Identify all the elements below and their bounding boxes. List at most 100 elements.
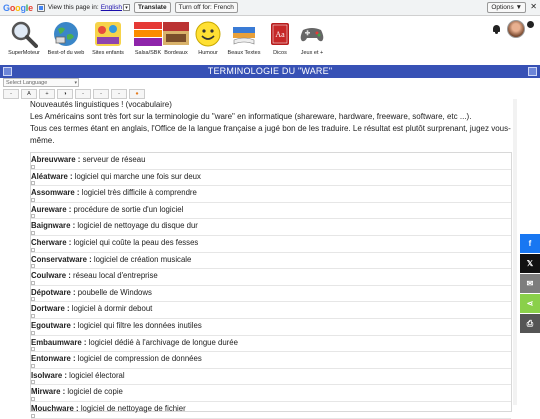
- term-definition: logiciel très difficile à comprendre: [79, 188, 197, 198]
- dark-mode-icon[interactable]: [527, 20, 534, 28]
- view-page-label: View this page in:: [47, 4, 99, 11]
- anchor-icon: [31, 181, 35, 186]
- tool-button[interactable]: -: [3, 89, 19, 99]
- term-name: Abreuvware :: [31, 155, 81, 164]
- term-row: Mouchware : logiciel de nettoyage de fic…: [31, 402, 511, 419]
- nav-item-supermoteur[interactable]: SuperMoteur: [2, 20, 46, 56]
- anchor-icon: [31, 164, 35, 169]
- page-title-bar: TERMINOLOGIE DU "WARE": [0, 65, 540, 78]
- smiley-icon: [194, 20, 222, 48]
- icon-navigation: SuperMoteur Best-of du web Sites enfants…: [0, 18, 540, 62]
- term-definition: logiciel de création musicale: [91, 254, 192, 264]
- share-icon[interactable]: [528, 67, 537, 76]
- term-definition: poubelle de Windows: [75, 287, 152, 297]
- anchor-icon: [31, 363, 35, 368]
- close-icon[interactable]: ✕: [530, 2, 537, 12]
- term-name: Mouchware :: [31, 403, 79, 413]
- term-definition: logiciel de compression de données: [75, 354, 202, 364]
- bell-icon[interactable]: [492, 24, 501, 34]
- translate-icon: [36, 3, 45, 12]
- page-title: TERMINOLOGIE DU "WARE": [207, 66, 333, 76]
- anchor-icon: [31, 396, 35, 401]
- svg-text:Aa: Aa: [275, 30, 285, 39]
- nav-item-jeux[interactable]: Jeux et +: [290, 20, 334, 56]
- share-bar: f 𝕏 ✉ ⋖ ⎙: [520, 234, 540, 334]
- term-row: Dortware : logiciel à dormir debout: [31, 302, 511, 319]
- nav-item-best-of-web[interactable]: Best-of du web: [44, 20, 88, 56]
- tool-button[interactable]: A: [21, 89, 37, 99]
- avatar[interactable]: [507, 20, 525, 38]
- tool-button[interactable]: -: [75, 89, 91, 99]
- term-definition: logiciel de nettoyage du disque dur: [75, 221, 198, 231]
- term-row: Entonware : logiciel de compression de d…: [31, 352, 511, 369]
- anchor-icon: [31, 380, 35, 385]
- anchor-icon: [31, 197, 35, 202]
- term-row: Isolware : logiciel électoral: [31, 369, 511, 386]
- nav-label: Jeux et +: [300, 50, 324, 56]
- side-strip: [513, 99, 517, 405]
- tool-button[interactable]: -: [111, 89, 127, 99]
- term-name: Mirware :: [31, 387, 66, 397]
- select-language-dropdown[interactable]: Select Language: [3, 78, 79, 87]
- email-icon[interactable]: ✉: [520, 274, 540, 293]
- anchor-icon: [31, 230, 35, 235]
- term-name: Aureware :: [31, 204, 72, 214]
- magnifier-icon: [10, 20, 38, 48]
- nav-item-sites-enfants[interactable]: Sites enfants: [86, 20, 130, 56]
- term-definition: logiciel électoral: [66, 370, 125, 380]
- kids-icon: [94, 20, 122, 48]
- term-row: Cherware : logiciel qui coûte la peau de…: [31, 236, 511, 253]
- facebook-icon[interactable]: f: [520, 234, 540, 253]
- term-definition: logiciel dédié à l'archivage de longue d…: [86, 337, 238, 347]
- tool-button[interactable]: ◑: [57, 89, 73, 99]
- term-row: Abreuvware : serveur de réseau: [31, 153, 511, 170]
- term-definition: logiciel à dormir debout: [69, 304, 153, 314]
- term-name: Embaumware :: [31, 337, 87, 347]
- google-logo: Google: [3, 2, 33, 13]
- term-name: Aléatware :: [31, 171, 73, 181]
- term-row: Aureware : procédure de sortie d'un logi…: [31, 203, 511, 220]
- share-icon[interactable]: ⋖: [520, 294, 540, 313]
- term-name: Entonware :: [31, 354, 76, 364]
- turn-off-button[interactable]: Turn off for: French: [174, 2, 238, 13]
- intro-line: Tous ces termes étant en anglais, l'Offi…: [30, 124, 511, 145]
- term-name: Isolware :: [31, 370, 67, 380]
- term-row: Assomware : logiciel très difficile à co…: [31, 186, 511, 203]
- term-name: Egoutware :: [31, 320, 76, 330]
- print-icon[interactable]: ⎙: [520, 314, 540, 333]
- menu-icon[interactable]: [3, 67, 12, 76]
- intro-line: Les Américains sont très fort sur la ter…: [30, 112, 472, 121]
- intro-line: Nouveautés linguistiques ! (vocabulaire): [30, 100, 172, 109]
- term-row: Coulware : réseau local d'entreprise: [31, 269, 511, 286]
- term-definition: procédure de sortie d'un logiciel: [71, 204, 184, 214]
- gamepad-icon: [298, 20, 326, 48]
- x-icon[interactable]: 𝕏: [520, 254, 540, 273]
- term-row: Mirware : logiciel de copie: [31, 385, 511, 402]
- anchor-icon: [31, 330, 35, 335]
- nav-label: Best-of du web: [47, 50, 85, 56]
- term-definition: réseau local d'entreprise: [70, 271, 158, 281]
- term-name: Assomware :: [31, 188, 80, 198]
- nav-label: SuperMoteur: [8, 50, 40, 56]
- nav-label: Sites enfants: [92, 50, 124, 56]
- google-translate-bar: Google View this page in: English ▾ Tran…: [0, 0, 540, 16]
- anchor-icon: [31, 280, 35, 285]
- tool-button[interactable]: +: [39, 89, 55, 99]
- anchor-icon: [31, 264, 35, 269]
- term-row: Egoutware : logiciel qui filtre les donn…: [31, 319, 511, 336]
- anchor-icon: [31, 347, 35, 352]
- language-link[interactable]: English: [101, 4, 122, 11]
- term-row: Conservatware : logiciel de création mus…: [31, 253, 511, 270]
- language-dropdown-icon[interactable]: ▾: [123, 4, 131, 11]
- intro-text: Nouveautés linguistiques ! (vocabulaire)…: [30, 99, 511, 147]
- term-definition: logiciel de nettoyage de fichier: [78, 403, 186, 413]
- term-name: Coulware :: [31, 271, 71, 281]
- text-tools: - A + ◑ - - - ●: [3, 89, 147, 99]
- tool-button[interactable]: ●: [129, 89, 145, 99]
- translate-button[interactable]: Translate: [134, 2, 171, 13]
- tool-button[interactable]: -: [93, 89, 109, 99]
- options-button[interactable]: Options ▼: [487, 2, 526, 13]
- term-name: Baignware :: [31, 221, 76, 231]
- term-definition: logiciel qui coûte la peau des fesses: [71, 237, 199, 247]
- globe-icon: [52, 20, 80, 48]
